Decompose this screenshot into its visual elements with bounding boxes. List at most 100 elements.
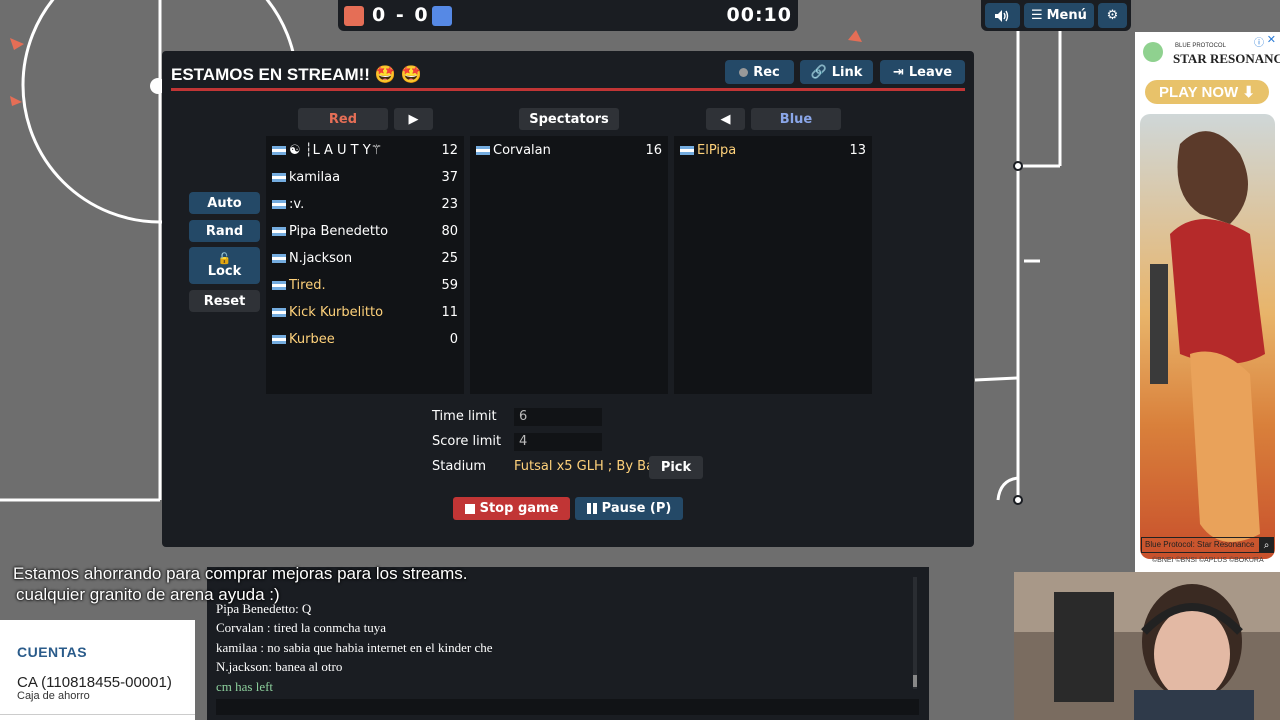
stop-game-button[interactable]: Stop game — [453, 497, 570, 520]
player-ping: 23 — [441, 197, 458, 212]
argentina-flag-icon — [272, 308, 286, 317]
rec-label: Rec — [753, 64, 780, 80]
chat-message: Corvalan : tired la conmcha tuya — [216, 620, 387, 635]
record-dot-icon — [739, 67, 749, 77]
player-name: Tired. — [289, 278, 326, 293]
pause-button[interactable]: Pause (P) — [575, 497, 683, 520]
player-ping: 11 — [441, 305, 458, 320]
ad-copyright: ©BNEI ©BNSI ©APLUS ©BOKURA — [1152, 557, 1264, 564]
player-ping: 37 — [441, 170, 458, 185]
player-row[interactable]: Kurbee 0 — [266, 325, 464, 352]
argentina-flag-icon — [680, 146, 694, 155]
chat-input[interactable] — [216, 699, 919, 715]
rand-button[interactable]: Rand — [189, 220, 260, 242]
player-name: Corvalan — [493, 143, 551, 158]
argentina-flag-icon — [272, 146, 286, 155]
chat-notice: cm has left — [216, 679, 274, 694]
ad-character-icon — [1143, 42, 1163, 62]
room-title: ESTAMOS EN STREAM!! 🤩 🤩 — [171, 65, 422, 84]
player-ping: 12 — [441, 143, 458, 158]
player-marker — [10, 96, 22, 106]
lock-label: Lock — [207, 263, 242, 279]
menu-button[interactable]: ☰ Menú — [1023, 3, 1094, 28]
player-row[interactable]: Tired. 59 — [266, 271, 464, 298]
blue-team-header[interactable]: Blue — [751, 108, 841, 130]
time-limit-label: Time limit — [432, 409, 497, 424]
argentina-flag-icon — [476, 146, 490, 155]
bank-account-number: CA (110818455-00001) — [17, 674, 172, 691]
player-name: :v. — [289, 197, 305, 212]
webcam-image — [1014, 572, 1280, 720]
player-ping: 0 — [449, 332, 458, 347]
settings-button[interactable]: ⚙ — [1097, 3, 1127, 28]
player-ping: 59 — [441, 278, 458, 293]
title-divider — [171, 88, 965, 91]
hamburger-icon: ☰ — [1030, 8, 1043, 23]
red-team-indicator — [344, 6, 364, 26]
score-limit-select[interactable]: 4 — [514, 433, 602, 451]
reset-button[interactable]: Reset — [189, 290, 260, 312]
player-ping: 80 — [441, 224, 458, 239]
argentina-flag-icon — [272, 335, 286, 344]
player-name: Kurbee — [289, 332, 335, 347]
ad-caption: Blue Protocol: Star Resonance — [1141, 537, 1274, 553]
score-limit-label: Score limit — [432, 434, 502, 449]
red-team-header[interactable]: Red — [298, 108, 388, 130]
bank-account-type: Caja de ahorro — [17, 690, 90, 702]
stadium-name: Futsal x5 GLH ; By Ba... — [514, 459, 667, 474]
bank-title: CUENTAS — [17, 644, 88, 660]
score: 0 - 0 — [372, 4, 430, 26]
blue-team-list: ElPipa 13 — [674, 136, 872, 394]
player-row[interactable]: kamilaa 37 — [266, 163, 464, 190]
chat-message: kamilaa : no sabia que habia internet en… — [216, 640, 493, 655]
unlock-icon: 🔓 — [217, 251, 232, 265]
webcam-feed — [1014, 572, 1280, 720]
chat-message: N.jackson: banea al otro — [216, 659, 343, 674]
advertisement[interactable]: ⓘ ✕ BLUE PROTOCOL STAR RESONANCE PLAY NO… — [1135, 32, 1280, 572]
chat-scrollbar[interactable] — [913, 577, 917, 689]
scrollbar-thumb[interactable] — [913, 675, 917, 687]
player-row[interactable]: Kick Kurbelitto 11 — [266, 298, 464, 325]
lock-button[interactable]: 🔓 Lock — [189, 247, 260, 284]
menu-label: Menú — [1046, 8, 1087, 23]
stop-label: Stop game — [479, 501, 559, 516]
top-right-controls: ☰ Menú ⚙ — [981, 0, 1131, 31]
player-row[interactable]: :v. 23 — [266, 190, 464, 217]
player-ping: 16 — [645, 143, 662, 158]
spectators-header[interactable]: Spectators — [519, 108, 619, 130]
ad-info-icon[interactable]: ⓘ — [1254, 34, 1264, 49]
player-row[interactable]: Pipa Benedetto 80 — [266, 217, 464, 244]
stream-overlay-line1: Estamos ahorrando para comprar mejoras p… — [13, 564, 468, 583]
player-row[interactable]: ElPipa 13 — [674, 136, 872, 163]
sound-button[interactable] — [985, 3, 1020, 28]
exit-icon: ⇥ — [892, 64, 904, 80]
ad-character-art — [1150, 131, 1265, 542]
rec-button[interactable]: Rec — [725, 60, 794, 84]
ad-search-icon[interactable]: ⌕ — [1259, 538, 1274, 553]
goal-post — [1013, 161, 1023, 171]
leave-button[interactable]: ⇥ Leave — [880, 60, 965, 84]
arrow-right-icon: ▶ — [408, 111, 419, 127]
ad-close-icon[interactable]: ✕ — [1267, 33, 1276, 46]
ad-logo: STAR RESONANCE — [1173, 51, 1280, 66]
auto-button[interactable]: Auto — [189, 192, 260, 214]
player-row[interactable]: ☯ ┆L A U T Y⚚ 12 — [266, 136, 464, 163]
argentina-flag-icon — [272, 254, 286, 263]
player-marker — [10, 38, 24, 50]
spectators-list: Corvalan 16 — [470, 136, 668, 394]
time-limit-select[interactable]: 6 — [514, 408, 602, 426]
pick-stadium-button[interactable]: Pick — [649, 456, 703, 479]
player-ping: 13 — [849, 143, 866, 158]
blue-team-indicator — [432, 6, 452, 26]
ad-play-now-button[interactable]: PLAY NOW ⬇ — [1145, 80, 1269, 104]
move-left-button[interactable]: ◀ — [706, 108, 745, 130]
ad-artwork — [1140, 114, 1275, 559]
link-button[interactable]: 🔗 Link — [800, 60, 873, 84]
argentina-flag-icon — [272, 200, 286, 209]
move-right-button[interactable]: ▶ — [394, 108, 433, 130]
player-row[interactable]: Corvalan 16 — [470, 136, 668, 163]
speaker-icon — [995, 9, 1009, 22]
player-row[interactable]: N.jackson 25 — [266, 244, 464, 271]
player-name: Pipa Benedetto — [289, 224, 389, 239]
chat-panel: Pipa Benedetto: Q Corvalan : tired la co… — [207, 567, 929, 720]
